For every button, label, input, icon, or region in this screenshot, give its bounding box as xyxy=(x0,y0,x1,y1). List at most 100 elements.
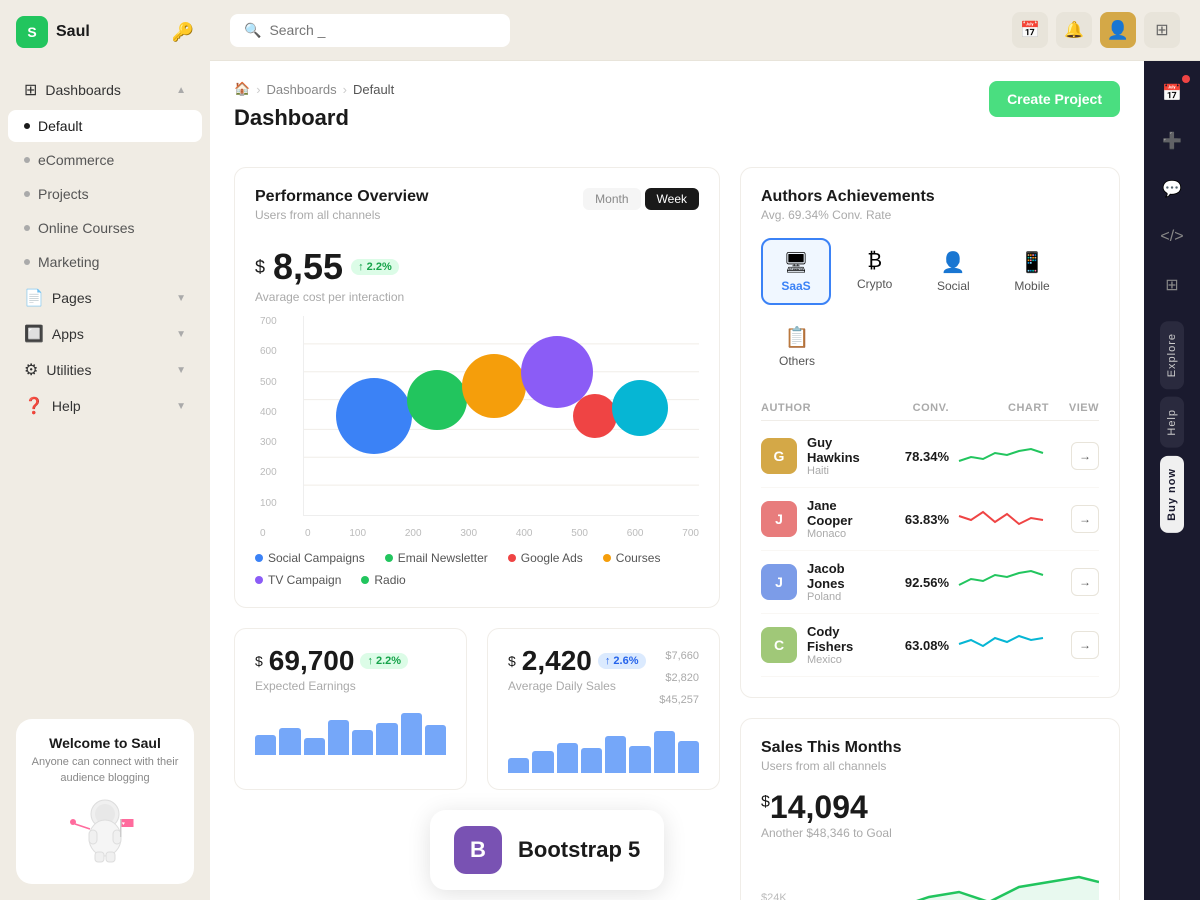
sidebar-item-pages[interactable]: 📄 Pages ▼ xyxy=(0,280,210,316)
help-icon: ❓ xyxy=(24,396,44,416)
legend-courses: Courses xyxy=(603,551,661,565)
col-conv-header: CONV. xyxy=(869,402,949,414)
conv-guy: 78.34% xyxy=(869,449,949,464)
welcome-card: Welcome to Saul Anyone can connect with … xyxy=(16,719,194,884)
bar-6 xyxy=(376,723,397,756)
daily-sales-card: $2,420 ↑ 2.6% Average Daily Sales $7,660… xyxy=(487,628,720,790)
week-button[interactable]: Week xyxy=(645,188,699,210)
search-icon: 🔍 xyxy=(244,22,261,39)
sidebar-item-dashboards[interactable]: ⊞ Dashboards ▲ xyxy=(0,72,210,108)
calendar-rp-btn[interactable]: 📅 xyxy=(1152,73,1192,113)
explore-label[interactable]: Explore xyxy=(1160,321,1184,389)
code-rp-btn[interactable]: </> xyxy=(1152,217,1192,257)
daily-sales-value: $2,420 ↑ 2.6% xyxy=(508,645,646,677)
bubble-social xyxy=(336,378,412,454)
create-project-button[interactable]: Create Project xyxy=(989,81,1120,117)
breadcrumb-dashboards[interactable]: Dashboards xyxy=(267,82,337,97)
bar-1 xyxy=(255,735,276,755)
user-avatar[interactable]: 👤 xyxy=(1100,12,1136,48)
sidebar: S Saul 🔑 ⊞ Dashboards ▲ Default eCommerc… xyxy=(0,0,210,900)
notification-dot xyxy=(1182,75,1190,83)
search-box[interactable]: 🔍 xyxy=(230,14,510,47)
sidebar-item-online-courses[interactable]: Online Courses xyxy=(8,212,202,244)
tab-saas[interactable]: 🖥 SaaS xyxy=(761,238,831,305)
sidebar-item-apps[interactable]: 🔲 Apps ▼ xyxy=(0,316,210,352)
stat-row-1: $7,660 xyxy=(659,645,699,667)
author-info-jacob: Jacob Jones Poland xyxy=(807,561,869,603)
author-row-cody: C Cody Fishers Mexico 63.08% xyxy=(761,614,1099,677)
sidebar-item-ecommerce[interactable]: eCommerce xyxy=(8,144,202,176)
expected-earnings-card: $69,700 ↑ 2.2% Expected Earnings xyxy=(234,628,467,790)
tab-others[interactable]: 📋 Others xyxy=(761,313,833,380)
utilities-icon: ⚙ xyxy=(24,360,38,380)
buy-label[interactable]: Buy now xyxy=(1160,456,1184,533)
content-inner: 🔍 📅 🔔 👤 ⊞ 🏠 xyxy=(210,0,1200,900)
main-area: 🔍 📅 🔔 👤 ⊞ 🏠 xyxy=(210,0,1200,900)
author-row-guy: G Guy Hawkins Haiti 78.34% xyxy=(761,425,1099,488)
view-arrow-guy[interactable]: → xyxy=(1071,442,1099,470)
back-icon[interactable]: 🔑 xyxy=(172,22,194,43)
sparkline-jane xyxy=(949,502,1049,537)
nav-dot xyxy=(24,157,30,163)
bubble-email xyxy=(407,370,467,430)
tab-social[interactable]: 👤 Social xyxy=(918,238,988,305)
logo-icon: S xyxy=(16,16,48,48)
bar-4 xyxy=(328,720,349,755)
sidebar-item-help[interactable]: ❓ Help ▼ xyxy=(0,388,210,424)
right-column: Authors Achievements Avg. 69.34% Conv. R… xyxy=(740,167,1120,900)
legend-google-ads: Google Ads xyxy=(508,551,583,565)
author-info-cody: Cody Fishers Mexico xyxy=(807,624,869,666)
breadcrumb-home[interactable]: 🏠 xyxy=(234,81,250,97)
bubble-radio xyxy=(612,380,668,436)
author-avatar-cody: C xyxy=(761,627,797,663)
tab-crypto[interactable]: ₿ Crypto xyxy=(839,238,910,305)
svg-text:♥: ♥ xyxy=(122,821,125,827)
tab-mobile[interactable]: 📱 Mobile xyxy=(996,238,1067,305)
crypto-icon: ₿ xyxy=(867,250,882,273)
month-button[interactable]: Month xyxy=(583,188,640,210)
price-subtitle: Avarage cost per interaction xyxy=(255,290,699,304)
pages-icon: 📄 xyxy=(24,288,44,308)
view-arrow-jane[interactable]: → xyxy=(1071,505,1099,533)
chat-rp-btn[interactable]: 💬 xyxy=(1152,169,1192,209)
sales-bar-6 xyxy=(629,746,650,774)
two-column-layout: Performance Overview Users from all chan… xyxy=(234,167,1120,900)
calendar-icon-btn[interactable]: 📅 xyxy=(1012,12,1048,48)
sidebar-item-utilities[interactable]: ⚙ Utilities ▼ xyxy=(0,352,210,388)
sidebar-item-default[interactable]: Default xyxy=(8,110,202,142)
sales-goal: Another $48,346 to Goal xyxy=(761,826,1099,840)
legend-dot-courses xyxy=(603,554,611,562)
sparkline-cody xyxy=(949,628,1049,663)
sales-card: Sales This Months Users from all channel… xyxy=(740,718,1120,900)
view-cody: → xyxy=(1049,631,1099,659)
legend-radio: Radio xyxy=(361,573,405,587)
authors-title: Authors Achievements xyxy=(761,188,1099,206)
col-chart-header: CHART xyxy=(949,402,1049,414)
view-arrow-jacob[interactable]: → xyxy=(1071,568,1099,596)
view-jane: → xyxy=(1049,505,1099,533)
add-rp-btn[interactable]: ➕ xyxy=(1152,121,1192,161)
legend-dot-email xyxy=(385,554,393,562)
sales-bar-5 xyxy=(605,736,626,774)
legend-dot-tv xyxy=(255,576,263,584)
view-jacob: → xyxy=(1049,568,1099,596)
average-cost: $8,55 ↑ 2.2% xyxy=(255,246,699,288)
view-arrow-cody[interactable]: → xyxy=(1071,631,1099,659)
legend-social: Social Campaigns xyxy=(255,551,365,565)
search-input[interactable] xyxy=(269,22,496,38)
nav-dot xyxy=(24,225,30,231)
notification-icon-btn[interactable]: 🔔 xyxy=(1056,12,1092,48)
sidebar-item-projects[interactable]: Projects xyxy=(8,178,202,210)
help-label[interactable]: Help xyxy=(1160,397,1184,448)
content-main: 🏠 › Dashboards › Default Dashboard Creat… xyxy=(210,61,1144,900)
chevron-icon: ▼ xyxy=(176,293,186,304)
bubble-tv xyxy=(573,394,617,438)
stats-row: $69,700 ↑ 2.2% Expected Earnings xyxy=(234,628,720,790)
sidebar-item-marketing[interactable]: Marketing xyxy=(8,246,202,278)
nav-dot xyxy=(24,123,30,129)
conv-jane: 63.83% xyxy=(869,512,949,527)
sales-bar-3 xyxy=(557,743,578,773)
grid-rp-btn[interactable]: ⊞ xyxy=(1152,265,1192,305)
settings-icon-btn[interactable]: ⊞ xyxy=(1144,12,1180,48)
page-title: Dashboard xyxy=(234,105,394,131)
